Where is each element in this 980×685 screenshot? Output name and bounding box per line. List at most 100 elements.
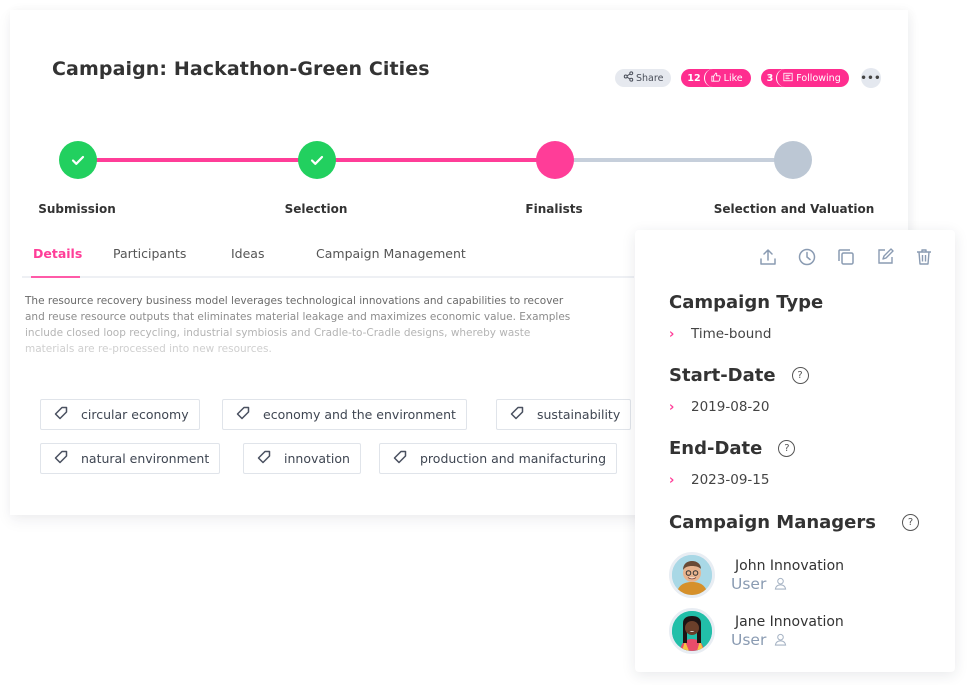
history-icon[interactable] — [796, 246, 818, 268]
following-label: Following — [796, 72, 841, 84]
share-label: Share — [636, 72, 664, 84]
campaign-info-panel: Campaign Type › Time-bound Start-Date ? … — [635, 230, 955, 672]
heading-text: Campaign Managers — [669, 512, 876, 533]
end-date-heading: End-Date ? — [669, 438, 796, 459]
step-label: Selection — [284, 202, 348, 216]
following-button[interactable]: 3 Following — [760, 69, 849, 87]
step-label: Submission — [38, 202, 116, 216]
step-label: Finalists — [525, 202, 583, 216]
check-icon — [310, 155, 324, 165]
upload-icon[interactable] — [757, 246, 779, 268]
tag-label: natural environment — [81, 451, 210, 466]
avatar — [669, 608, 715, 654]
tag-icon — [53, 449, 69, 468]
thumbs-up-icon — [711, 72, 721, 85]
heading-text: Start-Date — [669, 365, 776, 386]
tab-campaign-management[interactable]: Campaign Management — [316, 246, 466, 261]
tag-chip[interactable]: production and manifacturing — [379, 443, 618, 474]
campaign-type-value: › Time-bound — [669, 326, 771, 342]
start-date-value: › 2019-08-20 — [669, 399, 769, 415]
campaign-stepper: Submission Selection Finalists Selection… — [10, 140, 908, 220]
role-text: User — [731, 630, 767, 649]
help-icon[interactable]: ? — [791, 367, 809, 384]
campaign-managers-heading: Campaign Managers ? — [669, 512, 919, 533]
user-icon — [775, 577, 787, 590]
tag-icon — [509, 405, 525, 424]
tab-label: Details — [33, 246, 83, 261]
tab-details[interactable]: Details — [33, 246, 82, 261]
like-label: Like — [723, 72, 743, 84]
more-options-button[interactable]: ••• — [860, 68, 882, 88]
manager-name: John Innovation — [735, 557, 845, 574]
tag-icon — [392, 449, 408, 468]
manager-item[interactable]: John Innovation User — [669, 552, 844, 598]
manager-role: User — [731, 631, 844, 649]
tab-label: Participants — [113, 246, 187, 261]
panel-toolbar — [757, 246, 935, 268]
tag-icon — [256, 449, 272, 468]
check-icon — [71, 155, 85, 165]
description-line: and reuse resource outputs that eliminat… — [25, 311, 571, 323]
step-connector — [79, 158, 318, 162]
help-icon[interactable]: ? — [901, 514, 919, 531]
tag-label: innovation — [284, 451, 350, 466]
value-text: 2023-09-15 — [691, 472, 770, 488]
avatar — [669, 552, 715, 598]
manager-item[interactable]: Jane Innovation User — [669, 608, 844, 654]
step-label: Selection and Valuation — [713, 202, 875, 216]
step-submission[interactable] — [59, 141, 97, 179]
chevron-right-icon: › — [669, 472, 675, 488]
tab-ideas[interactable]: Ideas — [231, 246, 264, 261]
manager-role: User — [731, 575, 844, 593]
tag-label: economy and the environment — [263, 407, 456, 422]
step-connector — [557, 158, 796, 162]
description-line: The resource recovery business model lev… — [25, 295, 564, 307]
tag-icon — [53, 405, 69, 424]
tab-participants[interactable]: Participants — [113, 246, 186, 261]
step-selection-and-valuation[interactable] — [774, 141, 812, 179]
like-button[interactable]: 12 Like — [681, 69, 751, 87]
chevron-right-icon: › — [669, 399, 675, 415]
active-tab-indicator — [31, 276, 80, 278]
heading-text: Campaign Type — [669, 292, 824, 313]
campaign-type-heading: Campaign Type — [669, 292, 823, 313]
end-date-value: › 2023-09-15 — [669, 472, 769, 488]
tag-chip[interactable]: sustainability — [496, 399, 632, 430]
step-selection[interactable] — [298, 141, 336, 179]
following-count: 3 — [766, 72, 774, 84]
step-connector — [318, 158, 557, 162]
tag-chip[interactable]: circular economy — [40, 399, 200, 430]
tag-chip[interactable]: economy and the environment — [222, 399, 467, 430]
tag-icon — [235, 405, 251, 424]
tab-bar: Details Participants Ideas Campaign Mana… — [22, 236, 634, 278]
role-text: User — [731, 574, 767, 593]
tab-label: Campaign Management — [316, 246, 466, 261]
edit-icon[interactable] — [874, 246, 896, 268]
copy-icon[interactable] — [835, 246, 857, 268]
heading-text: End-Date — [669, 438, 763, 459]
value-text: 2019-08-20 — [691, 399, 770, 415]
more-icon: ••• — [860, 72, 882, 84]
manager-name: Jane Innovation — [735, 613, 844, 630]
tag-chip[interactable]: natural environment — [40, 443, 221, 474]
tag-chip[interactable]: innovation — [243, 443, 361, 474]
following-icon — [783, 72, 793, 85]
tag-label: sustainability — [537, 407, 621, 422]
chevron-right-icon: › — [669, 326, 675, 342]
start-date-heading: Start-Date ? — [669, 365, 809, 386]
description-line: include closed loop recycling, industria… — [25, 327, 531, 339]
trash-icon[interactable] — [913, 246, 935, 268]
value-text: Time-bound — [691, 326, 772, 342]
help-icon[interactable]: ? — [778, 440, 796, 457]
step-finalists[interactable] — [536, 141, 574, 179]
user-icon — [775, 633, 787, 646]
page-title: Campaign: Hackathon-Green Cities — [52, 58, 430, 80]
like-count: 12 — [687, 72, 701, 84]
tag-label: circular economy — [81, 407, 189, 422]
campaign-actions: Share 12 Like 3 Following ••• — [615, 68, 881, 88]
campaign-description: The resource recovery business model lev… — [25, 293, 615, 357]
share-button[interactable]: Share — [615, 69, 672, 87]
description-line: materials are re-processed into new reso… — [25, 343, 272, 355]
tag-label: production and manifacturing — [420, 451, 607, 466]
tab-label: Ideas — [231, 246, 265, 261]
